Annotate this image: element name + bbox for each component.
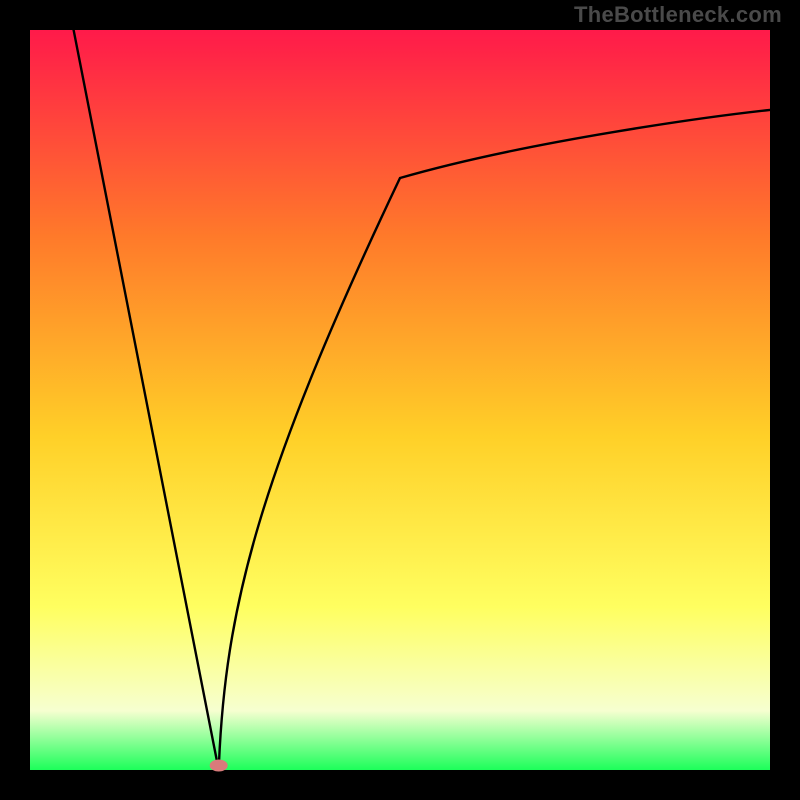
bottleneck-curve-chart [0,0,800,800]
minimum-marker [210,760,228,772]
plot-background [30,30,770,770]
chart-container: { "watermark": "TheBottleneck.com", "cha… [0,0,800,800]
watermark-text: TheBottleneck.com [574,2,782,28]
